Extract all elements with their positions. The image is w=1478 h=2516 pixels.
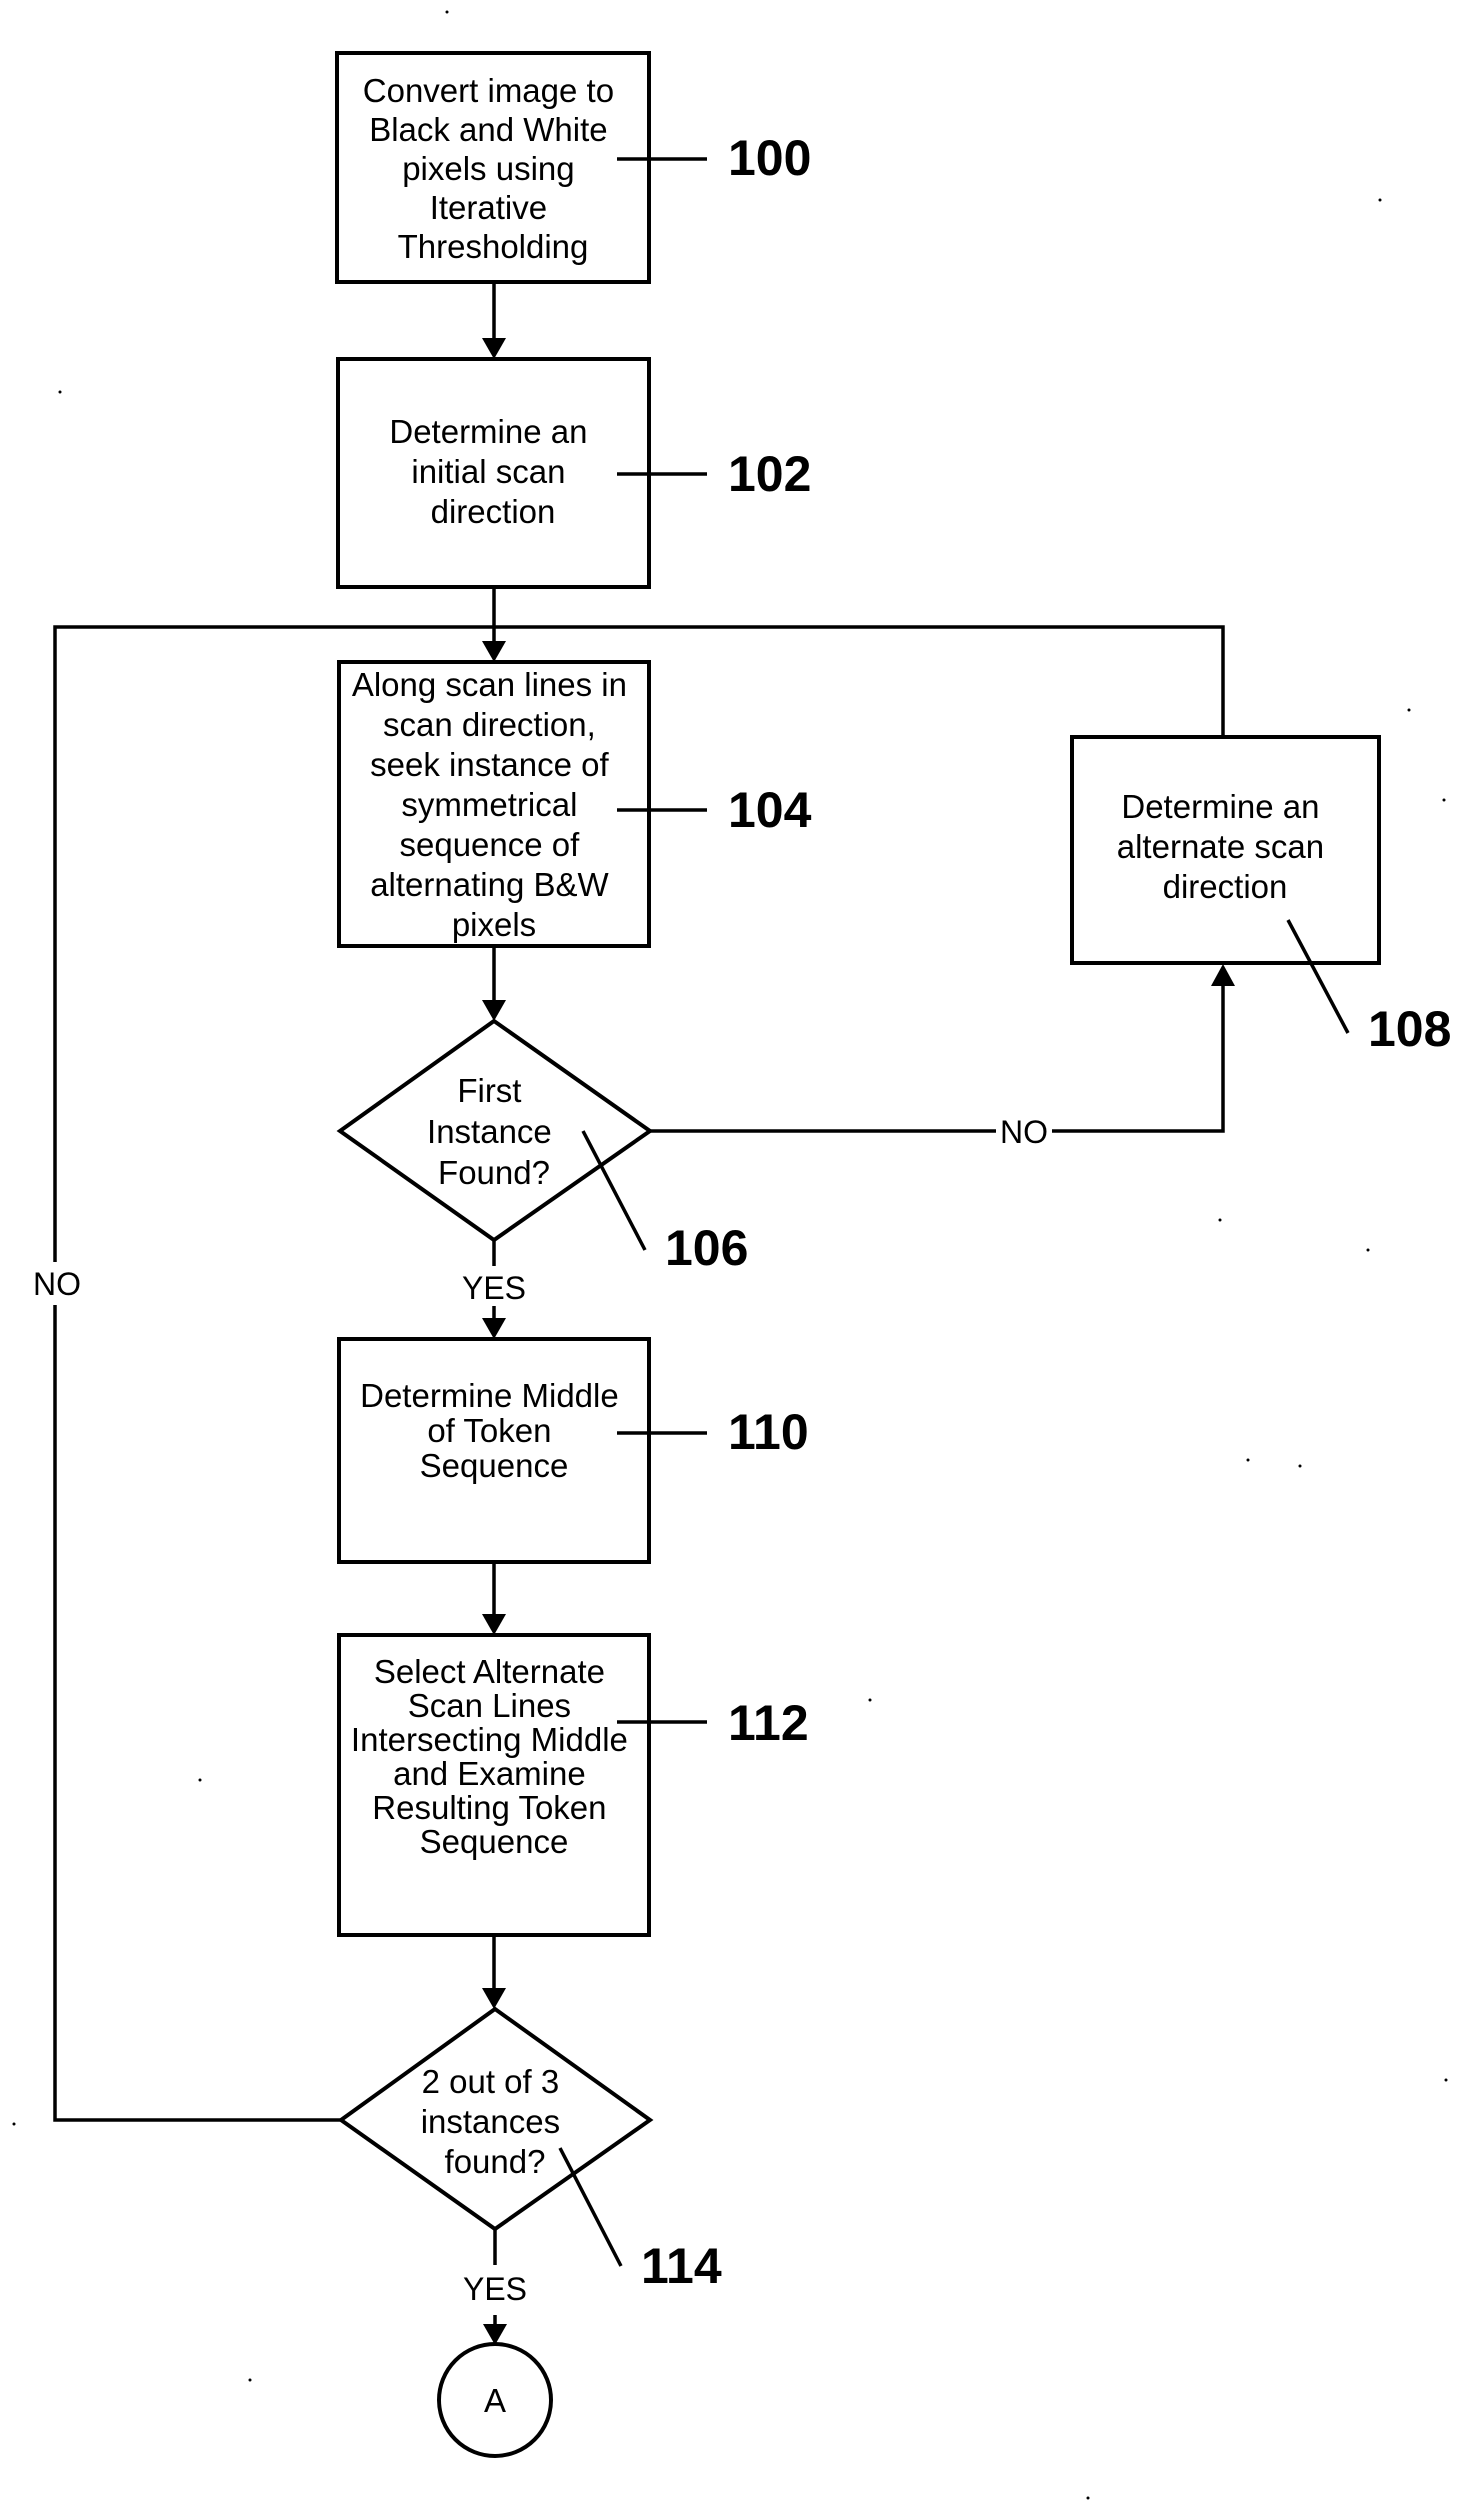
edge-label-106-yes: YES <box>462 1270 526 1306</box>
reference-leaders <box>558 157 1350 2267</box>
ref-num-110: 110 <box>728 1404 809 1460</box>
arrowhead-106-108 <box>1211 964 1235 986</box>
edge-label-114-no: NO <box>33 1266 81 1302</box>
edge-114-104-lower <box>53 1305 341 2122</box>
arrowhead-100-102 <box>482 338 506 359</box>
ref-num-112: 112 <box>728 1695 809 1751</box>
ref-num-108: 108 <box>1368 1001 1451 1057</box>
arrowhead-106-110 <box>482 1318 506 1339</box>
ref-num-114: 114 <box>641 2238 722 2294</box>
leader-114 <box>558 2147 623 2267</box>
ref-num-106: 106 <box>665 1220 748 1276</box>
arrowhead-104-106 <box>482 1000 506 1021</box>
arrowhead-102-104 <box>482 641 506 662</box>
arrowhead-114-A <box>483 2324 507 2345</box>
node-text-A: A <box>484 2382 506 2419</box>
ref-num-104: 104 <box>728 782 812 838</box>
node-labels: Convert image to Black and White pixels … <box>351 72 1324 2419</box>
connectors <box>53 282 1235 2345</box>
edge-label-114-yes: YES <box>463 2271 527 2307</box>
reference-numerals: 100 102 104 106 108 110 112 114 <box>641 130 1451 2294</box>
ref-num-102: 102 <box>728 446 811 502</box>
arrowhead-112-114 <box>482 1988 506 2009</box>
edge-106-108-right <box>1052 985 1225 1133</box>
arrowhead-110-112 <box>482 1614 506 1635</box>
edge-label-106-no: NO <box>1000 1114 1048 1150</box>
flowchart: Convert image to Black and White pixels … <box>12 10 1451 2500</box>
ref-num-100: 100 <box>728 130 811 186</box>
